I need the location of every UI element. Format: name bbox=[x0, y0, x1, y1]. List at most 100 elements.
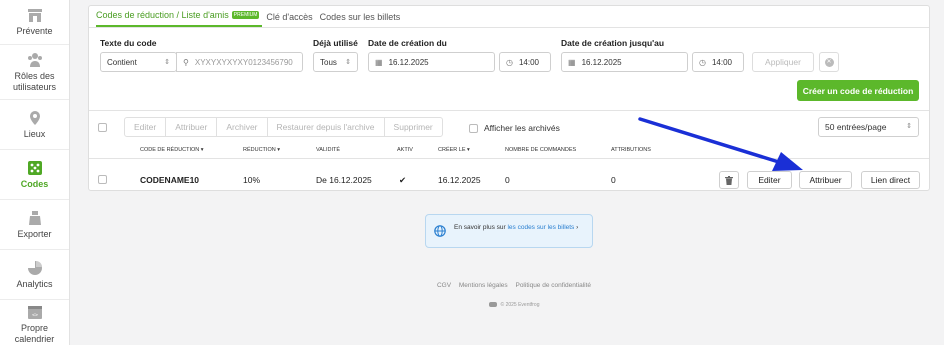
active-check-icon: ✔ bbox=[399, 175, 407, 185]
tab-ticket-codes[interactable]: Codes sur les billets bbox=[320, 12, 404, 27]
code-text-label: Texte du code bbox=[100, 38, 157, 48]
copyright-text: © 2025 Eventfrog bbox=[500, 302, 540, 308]
apply-button[interactable]: Appliquer bbox=[752, 52, 814, 72]
sidebar-item-label: Prévente bbox=[16, 26, 53, 36]
clock-icon: ◷ bbox=[506, 57, 513, 67]
legal-notice-link[interactable]: Mentions légales bbox=[459, 282, 508, 289]
created-until-date-input[interactable]: ▦ 16.12.2025 bbox=[561, 52, 688, 72]
bulk-assign-button[interactable]: Attribuer bbox=[166, 118, 218, 136]
per-page-select[interactable]: 50 entrées/page ⇕ bbox=[818, 117, 919, 137]
info-text: En savoir plus sur les codes sur les bil… bbox=[454, 223, 590, 233]
bag-icon bbox=[28, 210, 41, 225]
sidebar-item-label: Codes bbox=[20, 178, 49, 189]
tab-label: Clé d'accès bbox=[266, 12, 313, 22]
assign-button[interactable]: Attribuer bbox=[799, 171, 852, 189]
created-from-date-input[interactable]: ▦ 16.12.2025 bbox=[368, 52, 495, 72]
col-validity: VALIDITÉ bbox=[316, 147, 341, 153]
cell-code: CODENAME10 bbox=[140, 175, 200, 185]
bulk-delete-button[interactable]: Supprimer bbox=[385, 118, 442, 136]
cell-validity: De 16.12.2025 bbox=[316, 175, 372, 185]
chevron-updown-icon: ⇕ bbox=[164, 59, 170, 66]
created-from-time-value: 14:00 bbox=[518, 57, 540, 67]
terms-link[interactable]: CGV bbox=[437, 282, 451, 289]
bulk-toolbar: Editer Attribuer Archiver Restaurer depu… bbox=[89, 115, 929, 139]
chevron-updown-icon: ⇕ bbox=[906, 123, 912, 130]
direct-link-button[interactable]: Lien direct bbox=[861, 171, 920, 189]
trash-icon bbox=[725, 175, 733, 185]
cell-orders: 0 bbox=[505, 175, 510, 185]
tab-label: Codes de réduction / Liste d'amis bbox=[96, 10, 229, 20]
create-discount-code-button[interactable]: Créer un code de réduction bbox=[797, 80, 919, 101]
tab-access-key[interactable]: Clé d'accès bbox=[266, 12, 315, 27]
codes-card: Codes de réduction / Liste d'amis PREMIU… bbox=[88, 5, 930, 191]
row-checkbox[interactable] bbox=[98, 175, 107, 184]
delete-button[interactable] bbox=[719, 171, 739, 189]
per-page-value: 50 entrées/page bbox=[825, 122, 887, 132]
created-from-label: Date de création du bbox=[368, 38, 447, 48]
sidebar-item-presale[interactable]: Prévente bbox=[0, 0, 69, 45]
info-box: En savoir plus sur les codes sur les bil… bbox=[425, 214, 593, 248]
dice-icon bbox=[27, 160, 42, 175]
created-from-time-input[interactable]: ◷ 14:00 bbox=[499, 52, 551, 72]
info-prefix: En savoir plus sur bbox=[454, 224, 508, 231]
chevron-updown-icon: ⇕ bbox=[345, 59, 351, 66]
ticket-codes-link[interactable]: les codes sur les billets bbox=[507, 224, 574, 231]
used-label: Déjà utilisé bbox=[313, 38, 358, 48]
show-archived-toggle[interactable]: Afficher les archivés bbox=[469, 123, 560, 133]
cell-reduction: 10% bbox=[243, 175, 261, 185]
col-attributions: ATTRIBUTIONS bbox=[611, 147, 651, 153]
sidebar-item-analytics[interactable]: Analytics bbox=[0, 250, 69, 300]
privacy-policy-link[interactable]: Politique de confidentialité bbox=[515, 282, 591, 289]
created-until-time-value: 14:00 bbox=[711, 57, 733, 67]
col-code-label: CODE DE RÉDUCTION bbox=[140, 147, 200, 153]
col-created[interactable]: CRÉER LE ▾ bbox=[438, 147, 470, 153]
table-row: CODENAME10 10% De 16.12.2025 ✔ 16.12.202… bbox=[89, 166, 929, 192]
clock-icon: ◷ bbox=[699, 57, 706, 67]
pie-chart-icon bbox=[27, 260, 42, 275]
select-all-checkbox[interactable] bbox=[98, 123, 107, 132]
chevron-right-icon: › bbox=[574, 224, 579, 231]
sidebar-item-export[interactable]: Exporter bbox=[0, 200, 69, 250]
code-search-input[interactable]: ⚲ XYXYXYXYXY0123456790 bbox=[176, 52, 303, 72]
frog-logo-icon bbox=[488, 302, 497, 308]
col-reduction-label: RÉDUCTION bbox=[243, 147, 276, 153]
edit-button[interactable]: Editer bbox=[747, 171, 792, 189]
tab-bar: Codes de réduction / Liste d'amis PREMIU… bbox=[89, 6, 929, 28]
used-select[interactable]: Tous ⇕ bbox=[313, 52, 358, 72]
match-mode-select[interactable]: Contient ⇕ bbox=[100, 52, 177, 72]
calendar-icon: ▦ bbox=[568, 57, 576, 67]
users-icon bbox=[27, 52, 42, 67]
created-from-date-value: 16.12.2025 bbox=[388, 57, 429, 67]
sidebar-item-user-roles[interactable]: Rôles des utilisateurs bbox=[0, 45, 69, 100]
col-created-label: CRÉER LE bbox=[438, 147, 466, 153]
copyright: © 2025 Eventfrog bbox=[0, 302, 944, 308]
footer-links: CGV Mentions légales Politique de confid… bbox=[0, 282, 944, 289]
show-archived-label: Afficher les archivés bbox=[484, 123, 560, 133]
cell-created: 16.12.2025 bbox=[438, 175, 481, 185]
tab-label: Codes sur les billets bbox=[319, 12, 401, 22]
match-mode-value: Contient bbox=[107, 57, 137, 67]
storefront-icon bbox=[27, 9, 42, 22]
globe-icon bbox=[434, 225, 446, 237]
sidebar-item-label: Rôles des utilisateurs bbox=[12, 70, 57, 92]
code-search-placeholder: XYXYXYXYXY0123456790 bbox=[194, 57, 293, 67]
created-until-time-input[interactable]: ◷ 14:00 bbox=[692, 52, 744, 72]
filter-bar: Texte du code Contient ⇕ ⚲ XYXYXYXYXY0123… bbox=[89, 38, 929, 78]
search-icon: ⚲ bbox=[183, 57, 189, 67]
col-code[interactable]: CODE DE RÉDUCTION ▾ bbox=[140, 147, 204, 153]
sidebar-item-codes[interactable]: Codes bbox=[0, 150, 69, 200]
bulk-restore-button[interactable]: Restaurer depuis l'archive bbox=[268, 118, 385, 136]
svg-text:<>: <> bbox=[31, 313, 37, 319]
col-active: AKTIV bbox=[397, 147, 413, 153]
col-reduction[interactable]: RÉDUCTION ▾ bbox=[243, 147, 280, 153]
close-icon: ✕ bbox=[824, 57, 834, 67]
used-value: Tous bbox=[320, 57, 337, 67]
sidebar-item-venues[interactable]: Lieux bbox=[0, 100, 69, 150]
bulk-archive-button[interactable]: Archiver bbox=[217, 118, 268, 136]
sidebar: Prévente Rôles des utilisateurs Lieux Co… bbox=[0, 0, 70, 345]
show-archived-checkbox[interactable] bbox=[469, 123, 478, 133]
tab-discount-codes[interactable]: Codes de réduction / Liste d'amis PREMIU… bbox=[96, 10, 263, 27]
cell-attributions: 0 bbox=[611, 175, 616, 185]
clear-filters-button[interactable]: ✕ bbox=[819, 52, 839, 72]
bulk-edit-button[interactable]: Editer bbox=[125, 118, 167, 136]
